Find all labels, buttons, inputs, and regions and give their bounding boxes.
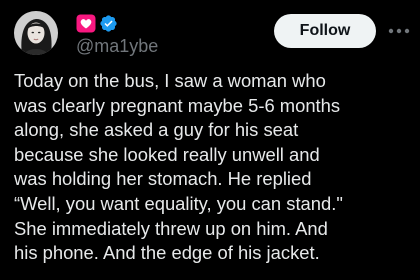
- author-handle[interactable]: @ma1ybe: [76, 35, 158, 57]
- tweet-text-line: his phone. And the edge of his jacket.: [14, 242, 320, 264]
- tweet-text-line: was holding her stomach. He replied: [14, 168, 312, 190]
- heart-icon: [76, 14, 96, 33]
- more-icon: [388, 28, 410, 34]
- tweet-text-line: was clearly pregnant maybe 5-6 months: [14, 94, 341, 116]
- verified-icon: [99, 14, 118, 33]
- avatar[interactable]: [14, 11, 58, 55]
- author-name-row[interactable]: [76, 13, 118, 33]
- tweet-text-line: along, she asked a guy for his seat: [14, 119, 299, 141]
- tweet-card: @ma1ybe Follow Today on the bus, I saw a…: [0, 0, 420, 280]
- tweet-text-line: because she looked really unwell and: [14, 143, 320, 165]
- tweet-text: Today on the bus, I saw a woman who was …: [14, 69, 414, 266]
- tweet-text-line: Today on the bus, I saw a woman who: [14, 70, 326, 91]
- follow-button[interactable]: Follow: [274, 14, 376, 48]
- tweet-text-line: “Well, you want equality, you can stand.…: [14, 192, 343, 214]
- more-button[interactable]: [385, 20, 413, 42]
- avatar-image: [14, 11, 58, 55]
- tweet-text-line: She immediately threw up on him. And: [14, 217, 328, 239]
